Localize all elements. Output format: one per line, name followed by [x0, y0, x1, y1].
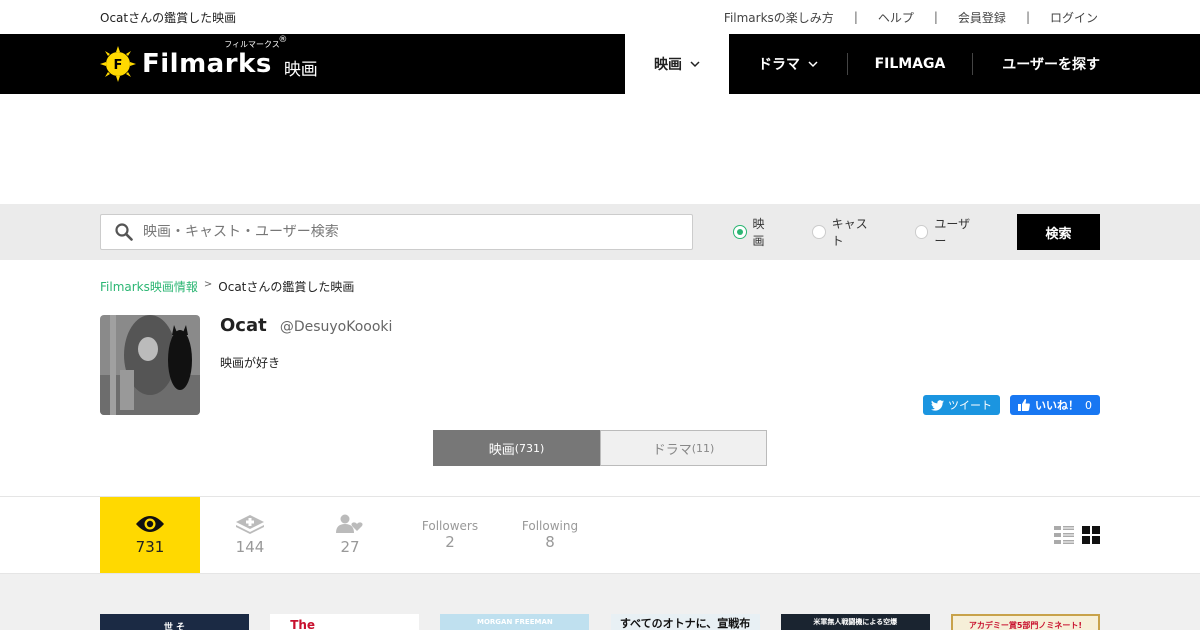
profile-info: Ocat @DesuyoKoooki 映画が好き — [220, 315, 392, 415]
site-logo[interactable]: F Filmarks フィルマークス ® 映画 — [100, 35, 625, 82]
chevron-down-icon — [690, 61, 700, 68]
thumbs-up-icon — [1018, 399, 1030, 411]
like-count: 0 — [1085, 398, 1092, 412]
eye-icon — [136, 516, 164, 532]
radio-movie[interactable]: 映画 — [732, 215, 776, 249]
movie-poster[interactable]: アカデミー賞5部門ノミネート! — [950, 614, 1100, 630]
svg-text:F: F — [114, 58, 123, 73]
radio-empty-icon — [914, 225, 929, 239]
site-header: F Filmarks フィルマークス ® 映画 映画 ドラマ FILMAGA ユ… — [0, 34, 1200, 94]
stat-followers[interactable]: Followers 2 — [400, 497, 500, 573]
view-toggle — [1054, 497, 1100, 573]
radio-cast[interactable]: キャスト — [811, 215, 879, 249]
breadcrumb-root-link[interactable]: Filmarks映画情報 — [100, 278, 198, 295]
search-icon — [115, 223, 133, 241]
movie-poster[interactable]: MORGAN FREEMAN — [440, 614, 590, 630]
avatar-photo-icon — [100, 315, 200, 415]
stat-clips[interactable]: 144 — [200, 497, 300, 573]
grid-view-icon[interactable] — [1082, 526, 1100, 544]
breadcrumb-current: Ocatさんの鑑賞した映画 — [218, 280, 355, 294]
main-nav: 映画 ドラマ FILMAGA ユーザーを探す — [625, 34, 1100, 94]
nav-find-users[interactable]: ユーザーを探す — [972, 53, 1100, 75]
twitter-bird-icon — [931, 399, 944, 411]
clip-icon — [236, 515, 264, 534]
user-profile: Ocat @DesuyoKoooki 映画が好き ツイート いいね！ 0 — [100, 315, 1100, 415]
link-help[interactable]: ヘルプ — [858, 9, 934, 26]
tab-drama[interactable]: ドラマ (11) — [600, 430, 767, 466]
breadcrumb-separator: > — [203, 279, 213, 290]
stat-watched[interactable]: 731 — [100, 497, 200, 573]
movie-poster[interactable]: 世 そ — [100, 614, 249, 630]
sun-logo-icon: F — [100, 46, 136, 82]
chevron-down-icon — [808, 61, 818, 68]
movie-poster[interactable]: The — [270, 614, 420, 630]
ad-space — [0, 94, 1200, 204]
avatar[interactable] — [100, 315, 200, 415]
link-how-to-enjoy[interactable]: Filmarksの楽しみ方 — [704, 9, 854, 26]
radio-empty-icon — [811, 225, 826, 239]
user-name: Ocat — [220, 315, 267, 336]
user-bio: 映画が好き — [220, 356, 281, 370]
link-login[interactable]: ログイン — [1030, 9, 1100, 26]
search-input[interactable] — [143, 224, 663, 240]
top-links: Filmarksの楽しみ方 | ヘルプ | 会員登録 | ログイン — [704, 9, 1100, 26]
search-button[interactable]: 検索 — [1017, 214, 1101, 250]
tab-movies[interactable]: 映画 (731) — [433, 430, 600, 466]
page-label: Ocatさんの鑑賞した映画 — [100, 10, 237, 25]
registered-mark: ® — [278, 35, 288, 45]
radio-selected-icon — [732, 225, 747, 239]
movie-poster[interactable]: すべてのオトナに、宣戦布告。 — [610, 614, 760, 630]
link-register[interactable]: 会員登録 — [938, 9, 1026, 26]
stat-fans[interactable]: 27 — [300, 497, 400, 573]
content-tabs: 映画 (731) ドラマ (11) — [100, 430, 1100, 466]
user-handle: @DesuyoKoooki — [279, 319, 393, 335]
user-heart-icon — [336, 514, 363, 533]
brand-sub: 映画 — [283, 59, 318, 80]
poster-grid: 世 そ The MORGAN FREEMAN すべてのオトナに、宣戦布告。 米軍… — [0, 574, 1200, 630]
brand-name: Filmarks フィルマークス ® — [142, 35, 288, 79]
nav-drama[interactable]: ドラマ — [729, 34, 847, 94]
brand-kana: フィルマークス — [224, 40, 280, 49]
tweet-button[interactable]: ツイート — [923, 395, 1000, 415]
stats-bar: 731 144 27 Followers 2 Following 8 — [0, 496, 1200, 574]
social-buttons: ツイート いいね！ 0 — [923, 395, 1100, 415]
nav-filmaga[interactable]: FILMAGA — [847, 53, 972, 75]
movie-poster[interactable]: 米軍無人戦闘機による空爆 — [780, 614, 930, 630]
search-type-options: 映画 キャスト ユーザー — [732, 215, 1017, 249]
top-bar: Ocatさんの鑑賞した映画 Filmarksの楽しみ方 | ヘルプ | 会員登録… — [0, 0, 1200, 34]
search-box — [100, 214, 693, 250]
nav-movies[interactable]: 映画 — [625, 34, 729, 94]
breadcrumb: Filmarks映画情報 > Ocatさんの鑑賞した映画 — [100, 260, 1100, 295]
radio-user[interactable]: ユーザー — [914, 215, 981, 249]
facebook-like-button[interactable]: いいね！ 0 — [1010, 395, 1100, 415]
stat-following[interactable]: Following 8 — [500, 497, 600, 573]
search-bar: 映画 キャスト ユーザー 検索 — [0, 204, 1200, 260]
list-view-icon[interactable] — [1054, 525, 1074, 545]
